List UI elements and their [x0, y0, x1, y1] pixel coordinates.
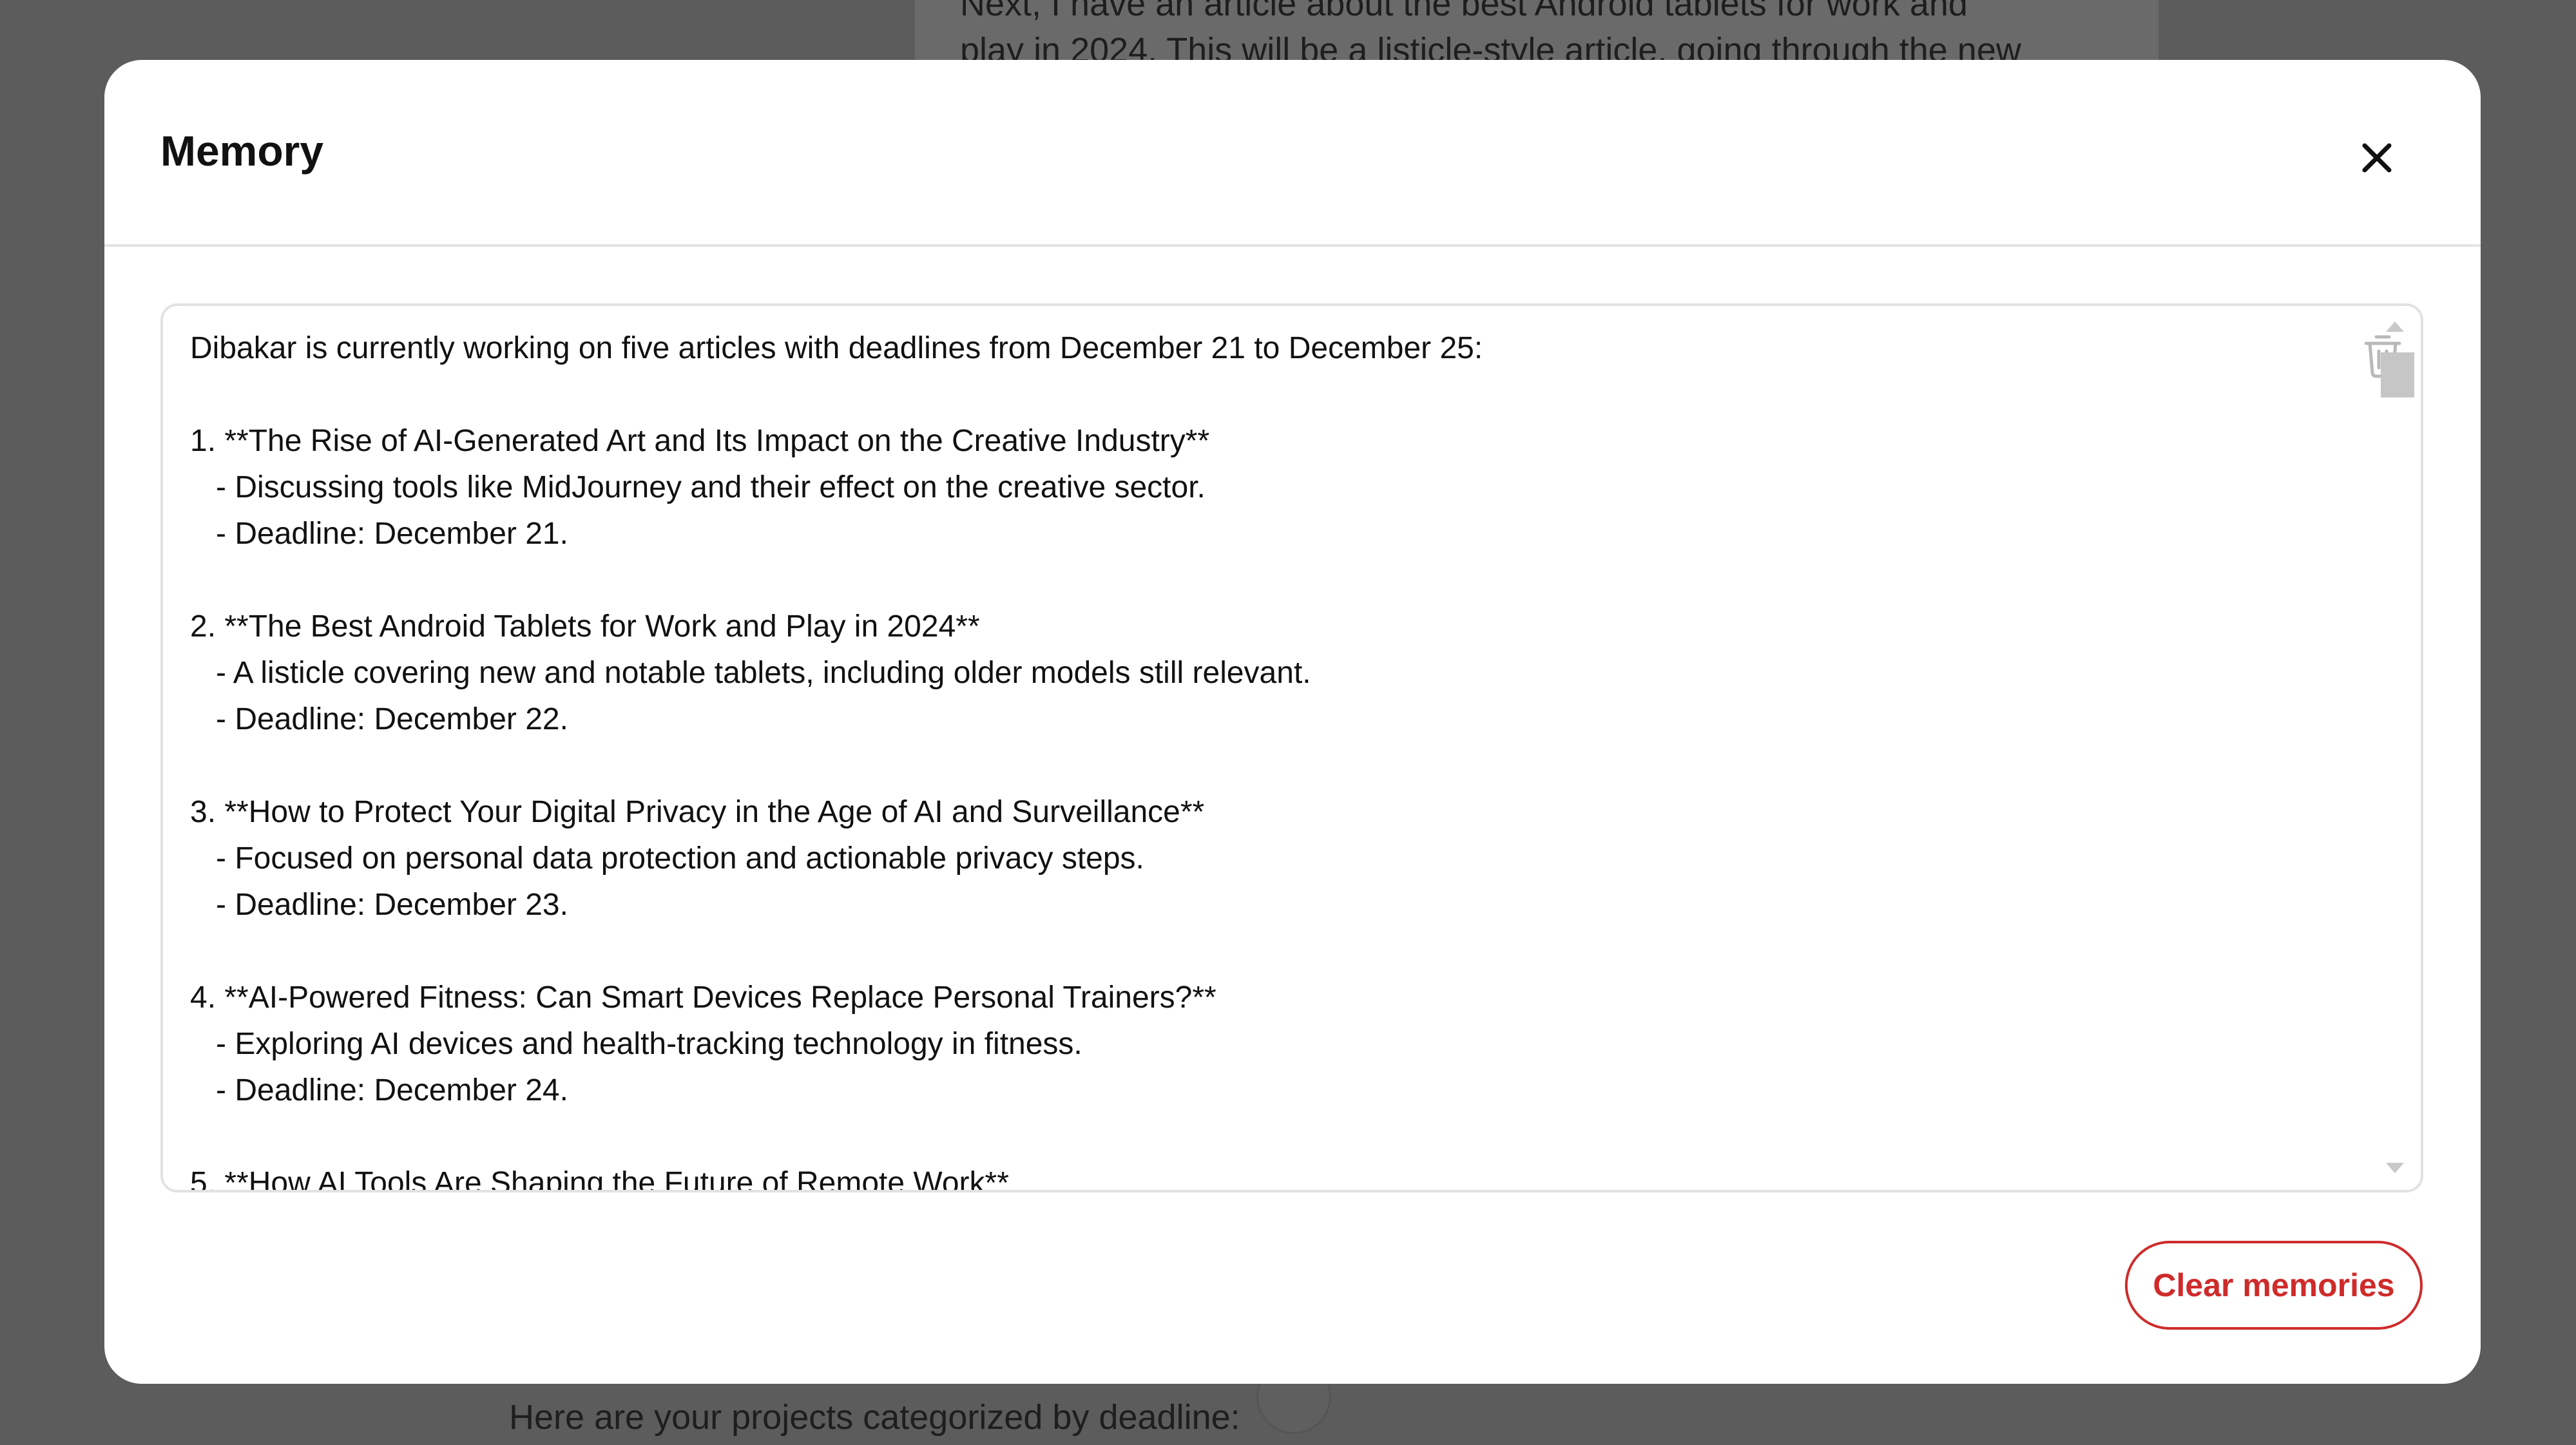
memory-dialog: Memory Dibakar is currently working on f… — [104, 60, 2481, 1384]
close-icon[interactable] — [2348, 129, 2406, 187]
dialog-title: Memory — [160, 127, 324, 175]
scroll-up-arrow-icon[interactable] — [2386, 321, 2404, 332]
memory-entry[interactable]: Dibakar is currently working on five art… — [160, 303, 2423, 1192]
memory-scrollbar[interactable] — [2377, 319, 2416, 1180]
background-response-text: Here are your projects categorized by de… — [509, 1398, 1240, 1437]
dialog-header: Memory — [104, 60, 2481, 247]
memory-entry-text: Dibakar is currently working on five art… — [190, 331, 1483, 1192]
scroll-thumb[interactable] — [2381, 352, 2414, 397]
scroll-down-arrow-icon[interactable] — [2386, 1163, 2404, 1173]
clear-memories-button[interactable]: Clear memories — [2125, 1241, 2423, 1330]
